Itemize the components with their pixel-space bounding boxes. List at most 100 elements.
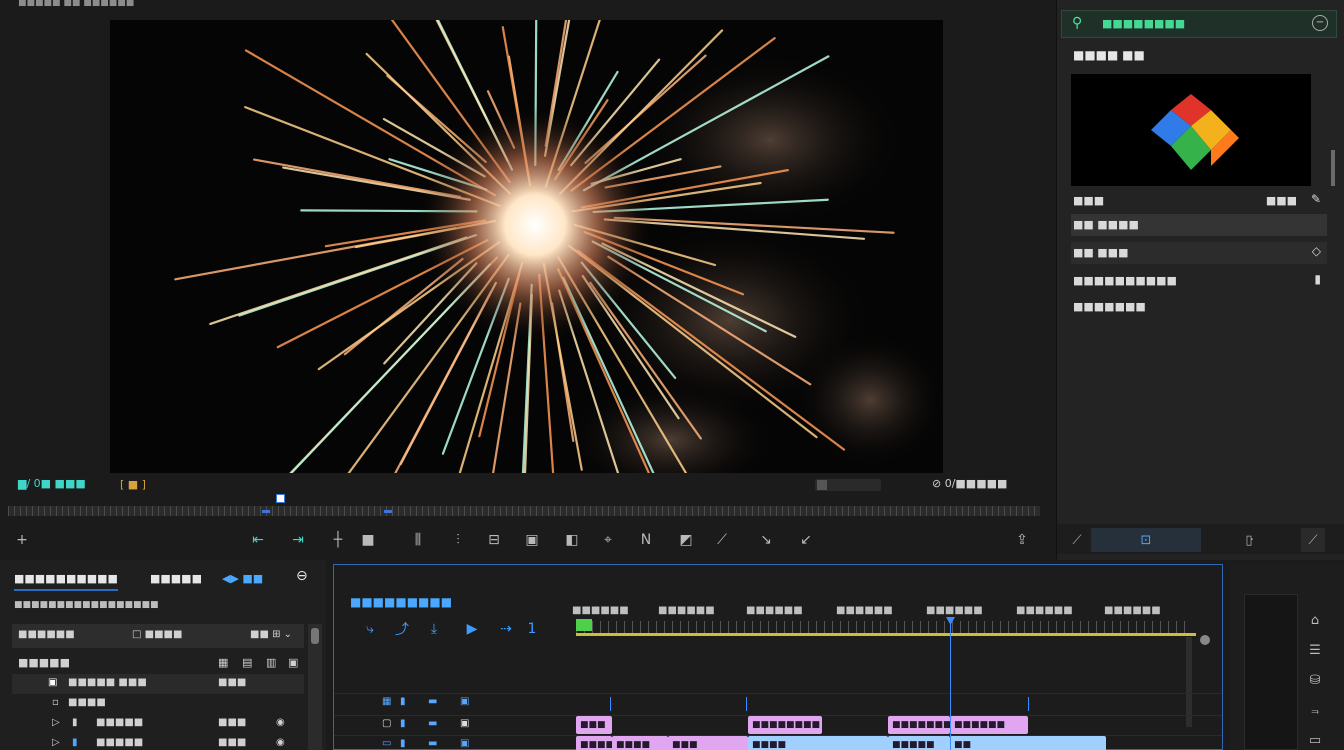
panel-icon[interactable]: ▭ <box>1302 728 1328 750</box>
timeline-ruler[interactable] <box>576 621 1188 633</box>
project-filter-bar[interactable]: ■■■■■■ □ ■■■■ ■■ ⊞ ⌄ <box>12 624 304 648</box>
tile-view-icon[interactable]: ▣ <box>288 656 298 669</box>
list-view-icon[interactable]: ▤ <box>242 656 252 669</box>
filter-label[interactable]: ■■■■■■ <box>18 629 75 640</box>
video-clip[interactable]: ■■■■ <box>576 736 612 750</box>
video-clip[interactable]: ■■■ <box>668 736 748 750</box>
export-button[interactable]: ⇪ <box>1010 528 1034 552</box>
in-point-marker[interactable] <box>576 619 592 631</box>
expand-icon[interactable]: ▷ <box>52 717 60 728</box>
search-icon[interactable]: ⚲ <box>1072 15 1082 31</box>
list-item[interactable]: ▣ ■■■■■ ■■■ ■■■ <box>12 674 304 694</box>
speed-icon[interactable]: N <box>634 528 658 552</box>
adjust-icon[interactable]: ⟋ <box>1301 528 1325 552</box>
scrubber-playhead[interactable] <box>276 494 285 503</box>
track-eye-icon[interactable]: ▣ <box>460 696 469 707</box>
effects-search[interactable]: ⚲ ■■■■■■■■ − <box>1061 10 1337 38</box>
track-count[interactable]: 1 <box>522 619 542 639</box>
status-icon[interactable]: ◉ <box>276 717 285 728</box>
wand-icon[interactable]: ⟋ <box>1065 528 1089 552</box>
list-item[interactable]: ▷ ▮ ■■■■■ ■■■ ◉ <box>12 714 304 734</box>
timeline-vertical-scrollbar[interactable] <box>1186 637 1192 727</box>
column-view-icon[interactable]: ▥ <box>266 656 276 669</box>
search-input[interactable]: ■■■■■■■■ <box>1102 17 1185 30</box>
clip-marker[interactable] <box>746 697 747 711</box>
video-clip[interactable]: ■■■■■■■ <box>888 716 950 734</box>
marker-badge[interactable]: [ ■ ] <box>120 478 146 491</box>
track-sync-icon[interactable]: ▬ <box>428 738 437 749</box>
track-eye-icon[interactable]: ▣ <box>460 718 469 729</box>
track-lock-icon[interactable]: ▮ <box>400 718 406 729</box>
video-clip[interactable]: ■■■ <box>576 716 612 734</box>
status-icon[interactable]: ◉ <box>276 737 285 748</box>
tab-effects[interactable]: ■■■■■ <box>150 572 202 585</box>
video-clip[interactable]: ■■■■■■■■ <box>748 716 822 734</box>
stop-icon[interactable]: ■ <box>356 528 380 552</box>
video-clip[interactable]: ■■■■■ <box>888 736 950 750</box>
scrubber-track[interactable] <box>8 506 1040 516</box>
inspector-field-1[interactable]: ■■ ■■■■ <box>1071 214 1327 236</box>
ripple-icon[interactable]: ⤷ <box>360 619 380 639</box>
nudge-up-icon[interactable]: ↙ <box>794 528 818 552</box>
slide-icon[interactable]: ⊟ <box>482 528 506 552</box>
filter-type[interactable]: □ ■■■■ <box>132 629 182 640</box>
ripple-left-icon[interactable]: ⇤ <box>246 528 270 552</box>
bookmark-icon[interactable]: ▮ <box>1314 272 1321 286</box>
trim-icon[interactable]: ⫼ <box>406 528 430 552</box>
video-clip[interactable]: ■■■■ <box>612 736 668 750</box>
track-toggle-icon[interactable]: ▢ <box>382 718 391 729</box>
tab-media[interactable]: ■■■■■■■■■■ <box>14 572 118 591</box>
home-icon[interactable]: ⌂ <box>1302 608 1328 632</box>
transition-icon[interactable]: ⟋ <box>710 528 734 552</box>
settings-icon[interactable]: ⊖ <box>296 568 308 584</box>
inspector-row-1[interactable]: ■■■ ■■■ ✎ <box>1071 190 1327 212</box>
edit-icon[interactable]: ✎ <box>1311 192 1321 206</box>
track-eye-icon[interactable]: ▣ <box>460 738 469 749</box>
menu-icon[interactable]: ☰ <box>1302 638 1328 662</box>
diamond-icon[interactable]: ◇ <box>1312 244 1321 258</box>
zoom-level[interactable]: ⊘ 0/■■■■■ <box>932 477 1007 490</box>
ripple-right-icon[interactable]: ⇥ <box>286 528 310 552</box>
slip-icon[interactable]: ⫶ <box>446 528 470 552</box>
razor-icon[interactable]: ┼ <box>326 528 350 552</box>
track-header-v3[interactable]: ▦ ▮ ▬ ▣ <box>334 693 1222 713</box>
video-clip[interactable]: ■■■■ <box>748 736 888 750</box>
clip-marker[interactable] <box>610 697 611 711</box>
project-scrollbar[interactable] <box>308 624 322 750</box>
video-clip[interactable]: ■■ <box>950 736 1106 750</box>
inspector-row-4[interactable]: ■■■■■■■ <box>1071 296 1327 318</box>
device-icon[interactable]: ▯ <box>1237 528 1261 552</box>
quality-slider[interactable] <box>815 479 881 491</box>
video-viewer[interactable] <box>110 20 943 473</box>
layers-icon[interactable]: ⊡ <box>1091 528 1201 552</box>
flag-icon[interactable]: ◩ <box>674 528 698 552</box>
bucket-icon[interactable]: ⛁ <box>1302 668 1328 692</box>
viewer-scrubber[interactable] <box>8 494 1040 518</box>
nudge-down-icon[interactable]: ↘ <box>754 528 778 552</box>
video-clip[interactable]: ■■■■■■ <box>950 716 1028 734</box>
mask-icon[interactable]: ◧ <box>560 528 584 552</box>
project-scroll-thumb[interactable] <box>311 628 319 644</box>
timeline-zoom-handle[interactable] <box>1200 635 1210 645</box>
list-item[interactable]: ▷ ▮ ■■■■■ ■■■ ◉ <box>12 734 304 750</box>
add-button[interactable]: + <box>10 528 34 552</box>
inspector-scrollbar[interactable] <box>1331 150 1335 186</box>
filter-sort[interactable]: ■■ ⊞ ⌄ <box>250 629 292 640</box>
grid-view-icon[interactable]: ▦ <box>218 656 228 669</box>
extract-icon[interactable]: ⤓ <box>424 619 444 639</box>
track-toggle-icon[interactable]: ▭ <box>382 738 391 749</box>
timeline-playhead[interactable] <box>950 619 951 750</box>
inspector-field-2[interactable]: ■■ ■■■ ◇ <box>1071 242 1327 264</box>
track-sync-icon[interactable]: ▬ <box>428 718 437 729</box>
crop-icon[interactable]: ▣ <box>520 528 544 552</box>
track-lock-icon[interactable]: ▮ <box>400 738 406 749</box>
play-icon[interactable]: ▶ <box>462 619 482 639</box>
tab-audio[interactable]: ◀▶ ■■ <box>222 572 263 585</box>
track-toggle-icon[interactable]: ▦ <box>382 696 391 707</box>
snap-icon[interactable]: ⇢ <box>496 619 516 639</box>
inspector-row-3[interactable]: ■■■■■■■■■■ ▮ <box>1071 270 1327 292</box>
crop-icon[interactable]: ⫬ <box>1302 698 1328 722</box>
lift-icon[interactable]: ⤴ <box>392 619 412 639</box>
clip-marker[interactable] <box>1028 697 1029 711</box>
list-item[interactable]: ▫ ■■■■ <box>12 694 304 714</box>
